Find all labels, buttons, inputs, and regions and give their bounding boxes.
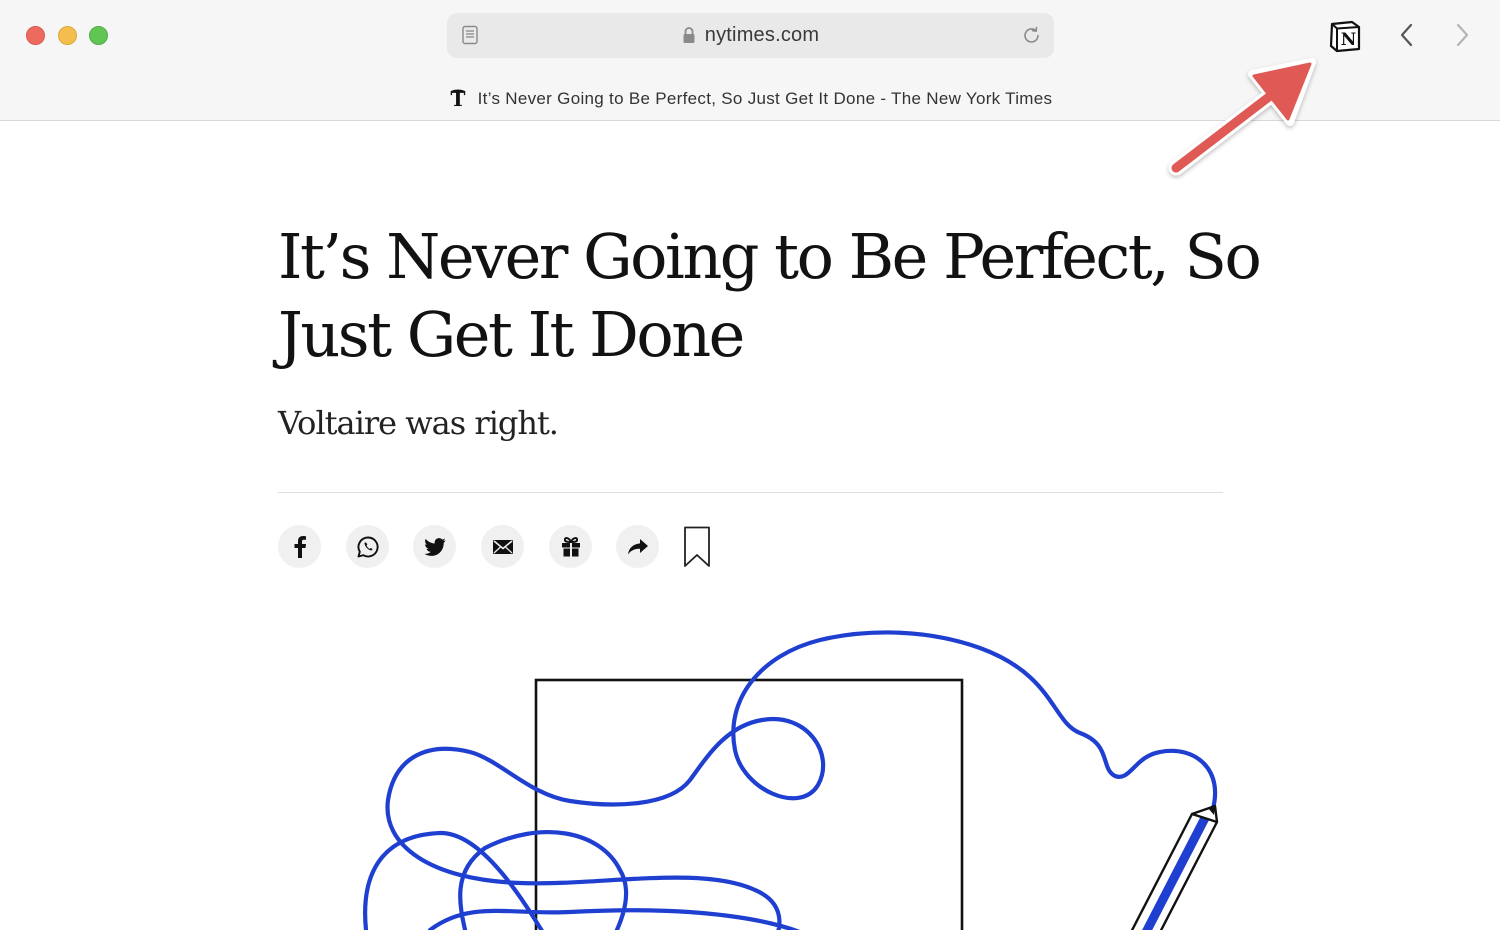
tab[interactable]: T It’s Never Going to Be Perfect, So Jus…: [0, 84, 1500, 114]
article-summary: Voltaire was right.: [278, 404, 559, 442]
divider: [278, 492, 1223, 493]
twitter-share-button[interactable]: [413, 525, 456, 568]
tab-title: It’s Never Going to Be Perfect, So Just …: [477, 89, 1053, 108]
nyt-logo-icon: T: [450, 88, 465, 110]
svg-text:N: N: [1341, 30, 1357, 50]
whatsapp-icon: [357, 536, 379, 557]
browser-toolbar: nytimes.com N T It’s Never Going to Be P: [0, 0, 1500, 121]
chevron-left-icon[interactable]: [1395, 20, 1419, 50]
facebook-icon: [294, 535, 306, 558]
email-share-button[interactable]: [481, 525, 524, 568]
more-share-button[interactable]: [616, 525, 659, 568]
illustration-scribble: [363, 630, 1218, 930]
whatsapp-share-button[interactable]: [346, 525, 389, 568]
gift-article-button[interactable]: [549, 525, 592, 568]
notion-icon[interactable]: N: [1328, 19, 1362, 53]
bookmark-icon[interactable]: [683, 526, 711, 568]
facebook-share-button[interactable]: [278, 525, 321, 568]
address-bar[interactable]: nytimes.com: [447, 13, 1054, 58]
article-illustration: [363, 630, 1219, 930]
email-icon: [492, 539, 513, 554]
maximize-window-button[interactable]: [89, 26, 108, 45]
url-text[interactable]: nytimes.com: [705, 24, 819, 47]
lock-icon: [683, 26, 695, 43]
browser-window: nytimes.com N T It’s Never Going to Be P: [0, 0, 1500, 930]
pencil-icon: [1130, 804, 1219, 930]
share-icon: [627, 538, 648, 554]
gift-icon: [561, 536, 580, 556]
twitter-icon: [424, 537, 445, 556]
close-window-button[interactable]: [26, 26, 45, 45]
reload-icon[interactable]: [1021, 25, 1042, 46]
chevron-right-icon[interactable]: [1450, 20, 1474, 50]
minimize-window-button[interactable]: [58, 26, 77, 45]
article-headline: It’s Never Going to Be Perfect, So Just …: [278, 220, 1262, 371]
url-container: nytimes.com: [447, 13, 1054, 58]
